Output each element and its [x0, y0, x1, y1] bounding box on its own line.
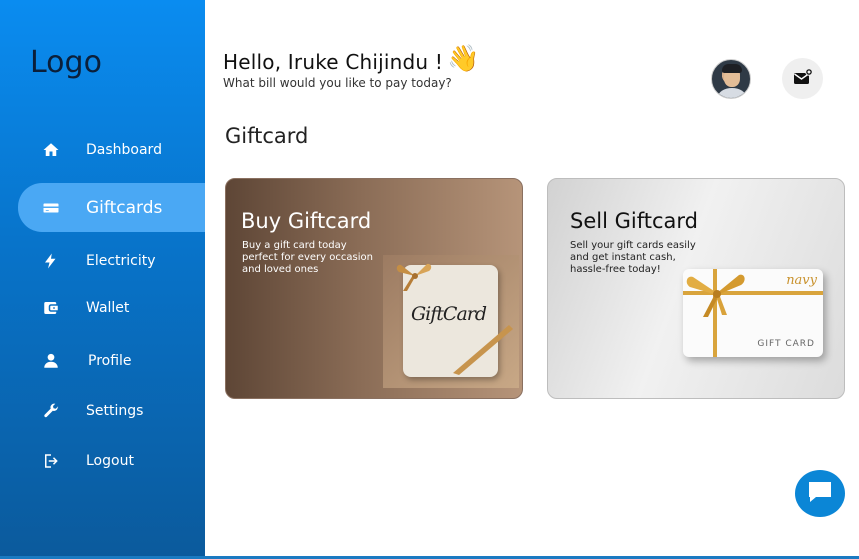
sidebar-item-settings[interactable]: Settings: [40, 400, 143, 422]
card-description: Buy a gift card today perfect for every …: [242, 240, 373, 275]
sidebar-item-label: Logout: [86, 453, 134, 469]
sell-giftcard-card[interactable]: Sell Giftcard Sell your gift cards easil…: [547, 178, 845, 399]
card-icon: [40, 197, 62, 219]
mail-notification-icon: [793, 67, 813, 90]
giftcard-art-text: GiftCard: [411, 303, 487, 325]
chat-button[interactable]: [795, 470, 845, 517]
sidebar-item-label: Settings: [86, 403, 144, 419]
home-icon: [40, 139, 62, 161]
greeting-title: Hello, Iruke Chijindu !: [223, 50, 444, 74]
sidebar-item-label: Giftcards: [86, 198, 163, 218]
sidebar-item-label: Wallet: [86, 300, 130, 316]
sidebar-item-label: Dashboard: [86, 142, 162, 158]
person-icon: [40, 350, 62, 372]
sidebar-item-label: Profile: [88, 353, 132, 369]
giftcard-image: GiftCard: [383, 255, 519, 388]
app-logo[interactable]: Logo: [30, 45, 102, 80]
greeting-block: Hello, Iruke Chijindu ! What bill would …: [223, 50, 452, 90]
bolt-icon: [40, 250, 62, 272]
sidebar-item-dashboard[interactable]: Dashboard: [40, 139, 162, 161]
chat-bubble-icon: [807, 480, 833, 508]
giftcard-label: GIFT CARD: [757, 339, 815, 349]
card-title: Buy Giftcard: [241, 209, 372, 233]
wrench-icon: [40, 400, 62, 422]
sidebar-item-giftcards[interactable]: Giftcards: [40, 197, 162, 219]
sidebar: Logo Dashboard Giftcards Electricity Wal…: [0, 0, 205, 559]
wallet-icon: [40, 297, 62, 319]
card-title: Sell Giftcard: [570, 209, 698, 233]
avatar[interactable]: [711, 59, 751, 99]
giftcard-brand: navy: [786, 273, 817, 288]
notification-button[interactable]: [782, 58, 823, 99]
sidebar-item-logout[interactable]: Logout: [40, 450, 134, 472]
waving-hand-icon: 👋: [447, 44, 480, 74]
buy-giftcard-card[interactable]: Buy Giftcard Buy a gift card today perfe…: [225, 178, 523, 399]
navy-giftcard-image: navy GIFT CARD: [683, 269, 823, 357]
greeting-subtitle: What bill would you like to pay today?: [223, 76, 452, 90]
sidebar-item-label: Electricity: [86, 253, 156, 269]
sidebar-item-electricity[interactable]: Electricity: [40, 250, 156, 272]
logout-icon: [40, 450, 62, 472]
sidebar-item-wallet[interactable]: Wallet: [40, 297, 129, 319]
section-title: Giftcard: [225, 124, 309, 148]
sidebar-item-profile[interactable]: Profile: [40, 350, 132, 372]
